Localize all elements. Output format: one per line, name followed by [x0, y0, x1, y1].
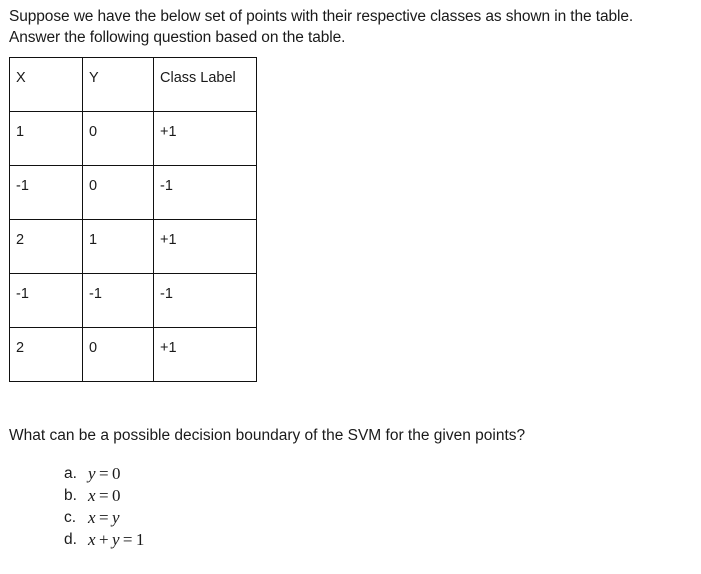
cell-class: +1: [153, 111, 257, 166]
table-row: -1 0 -1: [9, 165, 257, 220]
points-table: X Y Class Label 1 0 +1 -1 0 -1 2 1 +1 -1…: [9, 57, 257, 382]
option-expression: x = 0: [88, 486, 121, 505]
option-letter: d.: [64, 531, 77, 548]
table-row: 2 1 +1: [9, 219, 257, 274]
header-x: X: [9, 57, 83, 112]
cell-x: 2: [9, 327, 83, 382]
intro-text: Suppose we have the below set of points …: [9, 6, 699, 48]
cell-y: 0: [82, 327, 154, 382]
option-expression: x + y = 1: [88, 530, 145, 549]
intro-line-1: Suppose we have the below set of points …: [9, 8, 634, 25]
option-c: c. x = y: [64, 507, 144, 529]
cell-x: -1: [9, 273, 83, 328]
option-a: a. y = 0: [64, 463, 144, 485]
option-d: d. x + y = 1: [64, 529, 144, 551]
table-header-row: X Y Class Label: [9, 57, 257, 112]
cell-class: +1: [153, 219, 257, 274]
question-text: What can be a possible decision boundary…: [9, 427, 526, 444]
answer-options: a. y = 0 b. x = 0 c. x = y d. x + y = 1: [64, 463, 144, 551]
cell-x: -1: [9, 165, 83, 220]
option-letter: b.: [64, 487, 77, 504]
header-y: Y: [82, 57, 154, 112]
cell-x: 1: [9, 111, 83, 166]
cell-y: 1: [82, 219, 154, 274]
table-row: 1 0 +1: [9, 111, 257, 166]
cell-y: 0: [82, 165, 154, 220]
table-row: 2 0 +1: [9, 327, 257, 382]
cell-y: -1: [82, 273, 154, 328]
intro-line-2: Answer the following question based on t…: [9, 29, 346, 46]
table-row: -1 -1 -1: [9, 273, 257, 328]
option-b: b. x = 0: [64, 485, 144, 507]
option-letter: a.: [64, 465, 77, 482]
header-class-label: Class Label: [153, 57, 257, 112]
cell-class: -1: [153, 165, 257, 220]
cell-class: +1: [153, 327, 257, 382]
cell-y: 0: [82, 111, 154, 166]
cell-x: 2: [9, 219, 83, 274]
cell-class: -1: [153, 273, 257, 328]
option-letter: c.: [64, 509, 77, 526]
option-expression: y = 0: [88, 464, 121, 483]
option-expression: x = y: [88, 508, 120, 527]
